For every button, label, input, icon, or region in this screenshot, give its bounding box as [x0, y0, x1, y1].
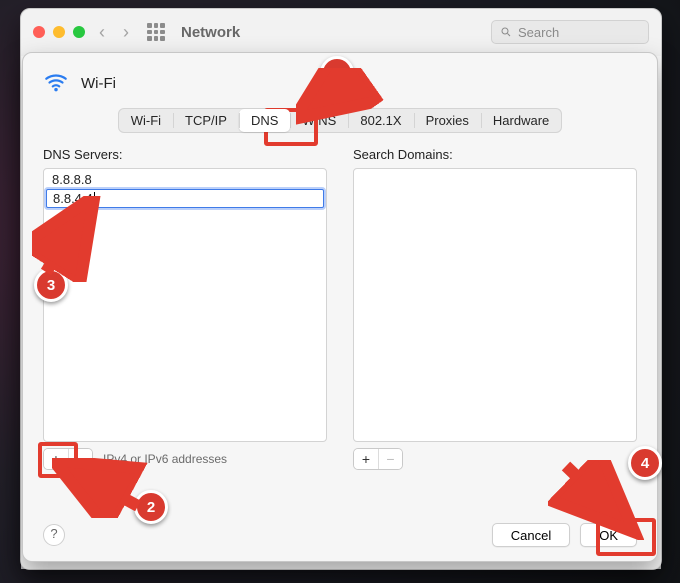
zoom-icon[interactable]	[73, 26, 85, 38]
dns-remove-button[interactable]: −	[68, 449, 92, 469]
tab-bar: Wi-FiTCP/IPDNSWINS802.1XProxiesHardware	[118, 108, 563, 133]
wifi-icon	[43, 69, 69, 98]
tab-wifi[interactable]: Wi-Fi	[119, 109, 173, 132]
search-domains-column: Search Domains: + −	[353, 147, 637, 470]
help-button[interactable]: ?	[43, 524, 65, 546]
dns-entry[interactable]: 8.8.8.8	[46, 171, 324, 188]
search-input[interactable]: Search	[491, 20, 649, 44]
domains-add-remove: + −	[353, 448, 403, 470]
tab-tcpip[interactable]: TCP/IP	[173, 109, 239, 132]
window-title: Network	[181, 24, 240, 41]
dns-add-button[interactable]: +	[44, 449, 68, 469]
close-icon[interactable]	[33, 26, 45, 38]
dns-hint: IPv4 or IPv6 addresses	[103, 452, 227, 466]
tab-wins[interactable]: WINS	[290, 109, 348, 132]
dns-add-remove: + −	[43, 448, 93, 470]
advanced-sheet: Wi-Fi Wi-FiTCP/IPDNSWINS802.1XProxiesHar…	[22, 52, 658, 562]
cancel-button[interactable]: Cancel	[492, 523, 570, 547]
tab-hardware[interactable]: Hardware	[481, 109, 561, 132]
domains-remove-button[interactable]: −	[378, 449, 402, 469]
dns-servers-label: DNS Servers:	[43, 147, 327, 162]
domains-add-button[interactable]: +	[354, 449, 378, 469]
forward-button[interactable]: ›	[123, 22, 129, 43]
tab-8021x[interactable]: 802.1X	[348, 109, 413, 132]
window-controls	[33, 26, 85, 38]
tab-dns[interactable]: DNS	[239, 109, 290, 132]
dns-servers-list[interactable]: 8.8.8.88.8.4.4	[43, 168, 327, 442]
back-button[interactable]: ‹	[99, 22, 105, 43]
interface-name: Wi-Fi	[81, 75, 116, 92]
nav-arrows: ‹ ›	[99, 22, 129, 43]
dns-entry[interactable]: 8.8.4.4	[46, 189, 324, 208]
minimize-icon[interactable]	[53, 26, 65, 38]
ok-button[interactable]: OK	[580, 523, 637, 547]
search-domains-label: Search Domains:	[353, 147, 637, 162]
search-domains-list[interactable]	[353, 168, 637, 442]
toolbar: ‹ › Network Search	[21, 9, 661, 56]
search-placeholder: Search	[518, 25, 559, 40]
show-all-icon[interactable]	[147, 23, 165, 41]
tab-proxies[interactable]: Proxies	[414, 109, 481, 132]
dns-servers-column: DNS Servers: 8.8.8.88.8.4.4 + − IPv4 or …	[43, 147, 327, 470]
